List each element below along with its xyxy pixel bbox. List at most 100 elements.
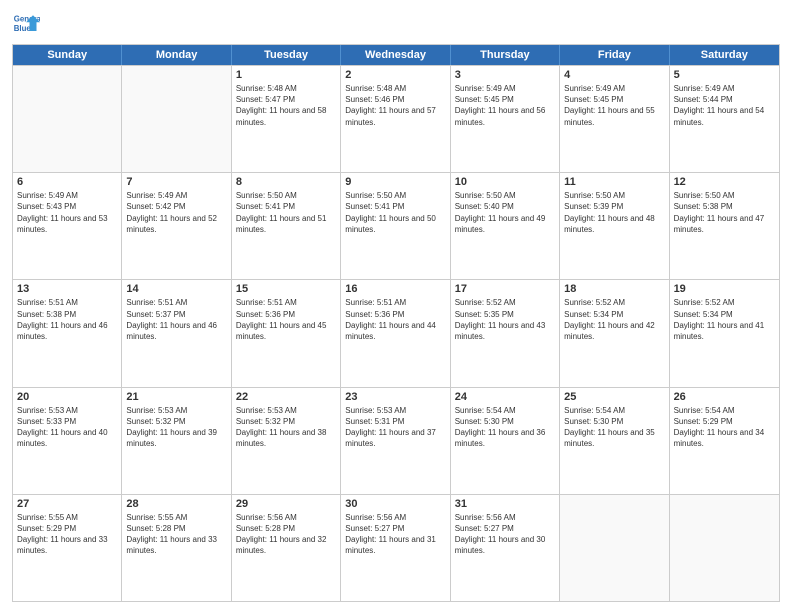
day-info: Sunrise: 5:51 AM Sunset: 5:36 PM Dayligh… (345, 297, 445, 342)
week-row-1: 1Sunrise: 5:48 AM Sunset: 5:47 PM Daylig… (13, 65, 779, 172)
day-info: Sunrise: 5:50 AM Sunset: 5:41 PM Dayligh… (345, 190, 445, 235)
day-number: 10 (455, 176, 555, 188)
day-info: Sunrise: 5:50 AM Sunset: 5:38 PM Dayligh… (674, 190, 775, 235)
day-info: Sunrise: 5:53 AM Sunset: 5:32 PM Dayligh… (236, 405, 336, 450)
day-info: Sunrise: 5:51 AM Sunset: 5:36 PM Dayligh… (236, 297, 336, 342)
day-info: Sunrise: 5:49 AM Sunset: 5:45 PM Dayligh… (564, 83, 664, 128)
day-cell-17: 17 Sunrise: 5:52 AM Sunset: 5:35 PM Dayli… (451, 280, 560, 386)
day-number: 2 (345, 69, 445, 81)
day-info: Sunrise: 5:56 AM Sunset: 5:27 PM Dayligh… (455, 512, 555, 557)
day-number: 16 (345, 283, 445, 295)
day-number: 21 (126, 391, 226, 403)
day-cell-18: 18Sunrise: 5:52 AM Sunset: 5:34 PM Dayli… (560, 280, 669, 386)
day-number: 14 (126, 283, 226, 295)
day-cell-5: 5 Sunrise: 5:49 AM Sunset: 5:44 PM Daylig… (670, 66, 779, 172)
day-cell-2: 2 Sunrise: 5:48 AM Sunset: 5:46 PM Daylig… (341, 66, 450, 172)
day-number: 26 (674, 391, 775, 403)
logo: General Blue (12, 10, 40, 38)
day-cell-23: 23 Sunrise: 5:53 AM Sunset: 5:31 PM Dayli… (341, 388, 450, 494)
day-info: Sunrise: 5:53 AM Sunset: 5:31 PM Dayligh… (345, 405, 445, 450)
day-cell-26: 26 Sunrise: 5:54 AM Sunset: 5:29 PM Dayli… (670, 388, 779, 494)
calendar-header: SundayMondayTuesdayWednesdayThursdayFrid… (13, 45, 779, 65)
day-info: Sunrise: 5:51 AM Sunset: 5:38 PM Dayligh… (17, 297, 117, 342)
header-day-tuesday: Tuesday (232, 45, 341, 65)
day-cell-27: 27 Sunrise: 5:55 AM Sunset: 5:29 PM Dayli… (13, 495, 122, 601)
day-cell-19: 19 Sunrise: 5:52 AM Sunset: 5:34 PM Dayli… (670, 280, 779, 386)
empty-cell (122, 66, 231, 172)
day-info: Sunrise: 5:50 AM Sunset: 5:39 PM Dayligh… (564, 190, 664, 235)
day-cell-31: 31 Sunrise: 5:56 AM Sunset: 5:27 PM Dayli… (451, 495, 560, 601)
week-row-3: 13 Sunrise: 5:51 AM Sunset: 5:38 PM Dayli… (13, 279, 779, 386)
calendar: SundayMondayTuesdayWednesdayThursdayFrid… (12, 44, 780, 602)
week-row-4: 20 Sunrise: 5:53 AM Sunset: 5:33 PM Dayli… (13, 387, 779, 494)
day-cell-16: 16 Sunrise: 5:51 AM Sunset: 5:36 PM Dayli… (341, 280, 450, 386)
day-cell-14: 14 Sunrise: 5:51 AM Sunset: 5:37 PM Dayli… (122, 280, 231, 386)
day-info: Sunrise: 5:48 AM Sunset: 5:46 PM Dayligh… (345, 83, 445, 128)
day-info: Sunrise: 5:54 AM Sunset: 5:30 PM Dayligh… (564, 405, 664, 450)
day-cell-7: 7 Sunrise: 5:49 AM Sunset: 5:42 PM Daylig… (122, 173, 231, 279)
day-cell-22: 22 Sunrise: 5:53 AM Sunset: 5:32 PM Dayli… (232, 388, 341, 494)
day-info: Sunrise: 5:49 AM Sunset: 5:43 PM Dayligh… (17, 190, 117, 235)
day-info: Sunrise: 5:50 AM Sunset: 5:41 PM Dayligh… (236, 190, 336, 235)
day-number: 31 (455, 498, 555, 510)
day-info: Sunrise: 5:52 AM Sunset: 5:35 PM Dayligh… (455, 297, 555, 342)
day-number: 7 (126, 176, 226, 188)
header-day-friday: Friday (560, 45, 669, 65)
day-info: Sunrise: 5:54 AM Sunset: 5:29 PM Dayligh… (674, 405, 775, 450)
day-number: 4 (564, 69, 664, 81)
day-cell-24: 24Sunrise: 5:54 AM Sunset: 5:30 PM Dayli… (451, 388, 560, 494)
day-cell-29: 29 Sunrise: 5:56 AM Sunset: 5:28 PM Dayli… (232, 495, 341, 601)
day-cell-21: 21 Sunrise: 5:53 AM Sunset: 5:32 PM Dayli… (122, 388, 231, 494)
day-cell-1: 1Sunrise: 5:48 AM Sunset: 5:47 PM Daylig… (232, 66, 341, 172)
day-info: Sunrise: 5:56 AM Sunset: 5:27 PM Dayligh… (345, 512, 445, 557)
day-number: 15 (236, 283, 336, 295)
day-number: 30 (345, 498, 445, 510)
day-info: Sunrise: 5:49 AM Sunset: 5:42 PM Dayligh… (126, 190, 226, 235)
day-number: 6 (17, 176, 117, 188)
header-day-wednesday: Wednesday (341, 45, 450, 65)
day-info: Sunrise: 5:53 AM Sunset: 5:32 PM Dayligh… (126, 405, 226, 450)
day-cell-13: 13 Sunrise: 5:51 AM Sunset: 5:38 PM Dayli… (13, 280, 122, 386)
day-number: 1 (236, 69, 336, 81)
day-cell-11: 11 Sunrise: 5:50 AM Sunset: 5:39 PM Dayli… (560, 173, 669, 279)
day-cell-12: 12Sunrise: 5:50 AM Sunset: 5:38 PM Dayli… (670, 173, 779, 279)
day-cell-30: 30 Sunrise: 5:56 AM Sunset: 5:27 PM Dayli… (341, 495, 450, 601)
header-day-saturday: Saturday (670, 45, 779, 65)
day-cell-9: 9Sunrise: 5:50 AM Sunset: 5:41 PM Daylig… (341, 173, 450, 279)
day-info: Sunrise: 5:55 AM Sunset: 5:28 PM Dayligh… (126, 512, 226, 557)
day-cell-25: 25Sunrise: 5:54 AM Sunset: 5:30 PM Dayli… (560, 388, 669, 494)
day-cell-20: 20 Sunrise: 5:53 AM Sunset: 5:33 PM Dayli… (13, 388, 122, 494)
day-number: 18 (564, 283, 664, 295)
day-number: 5 (674, 69, 775, 81)
day-cell-15: 15 Sunrise: 5:51 AM Sunset: 5:36 PM Dayli… (232, 280, 341, 386)
day-info: Sunrise: 5:52 AM Sunset: 5:34 PM Dayligh… (674, 297, 775, 342)
day-number: 20 (17, 391, 117, 403)
day-number: 23 (345, 391, 445, 403)
day-info: Sunrise: 5:49 AM Sunset: 5:44 PM Dayligh… (674, 83, 775, 128)
empty-cell (560, 495, 669, 601)
day-number: 28 (126, 498, 226, 510)
day-cell-3: 3Sunrise: 5:49 AM Sunset: 5:45 PM Daylig… (451, 66, 560, 172)
week-row-2: 6 Sunrise: 5:49 AM Sunset: 5:43 PM Daylig… (13, 172, 779, 279)
day-info: Sunrise: 5:55 AM Sunset: 5:29 PM Dayligh… (17, 512, 117, 557)
calendar-body: 1Sunrise: 5:48 AM Sunset: 5:47 PM Daylig… (13, 65, 779, 601)
day-info: Sunrise: 5:56 AM Sunset: 5:28 PM Dayligh… (236, 512, 336, 557)
day-cell-6: 6 Sunrise: 5:49 AM Sunset: 5:43 PM Daylig… (13, 173, 122, 279)
day-number: 22 (236, 391, 336, 403)
day-number: 13 (17, 283, 117, 295)
empty-cell (670, 495, 779, 601)
day-number: 24 (455, 391, 555, 403)
day-number: 17 (455, 283, 555, 295)
day-cell-4: 4 Sunrise: 5:49 AM Sunset: 5:45 PM Daylig… (560, 66, 669, 172)
day-number: 3 (455, 69, 555, 81)
day-info: Sunrise: 5:51 AM Sunset: 5:37 PM Dayligh… (126, 297, 226, 342)
day-info: Sunrise: 5:50 AM Sunset: 5:40 PM Dayligh… (455, 190, 555, 235)
day-number: 27 (17, 498, 117, 510)
day-number: 29 (236, 498, 336, 510)
day-info: Sunrise: 5:53 AM Sunset: 5:33 PM Dayligh… (17, 405, 117, 450)
day-number: 11 (564, 176, 664, 188)
day-number: 19 (674, 283, 775, 295)
day-number: 8 (236, 176, 336, 188)
week-row-5: 27 Sunrise: 5:55 AM Sunset: 5:29 PM Dayli… (13, 494, 779, 601)
header-day-sunday: Sunday (13, 45, 122, 65)
